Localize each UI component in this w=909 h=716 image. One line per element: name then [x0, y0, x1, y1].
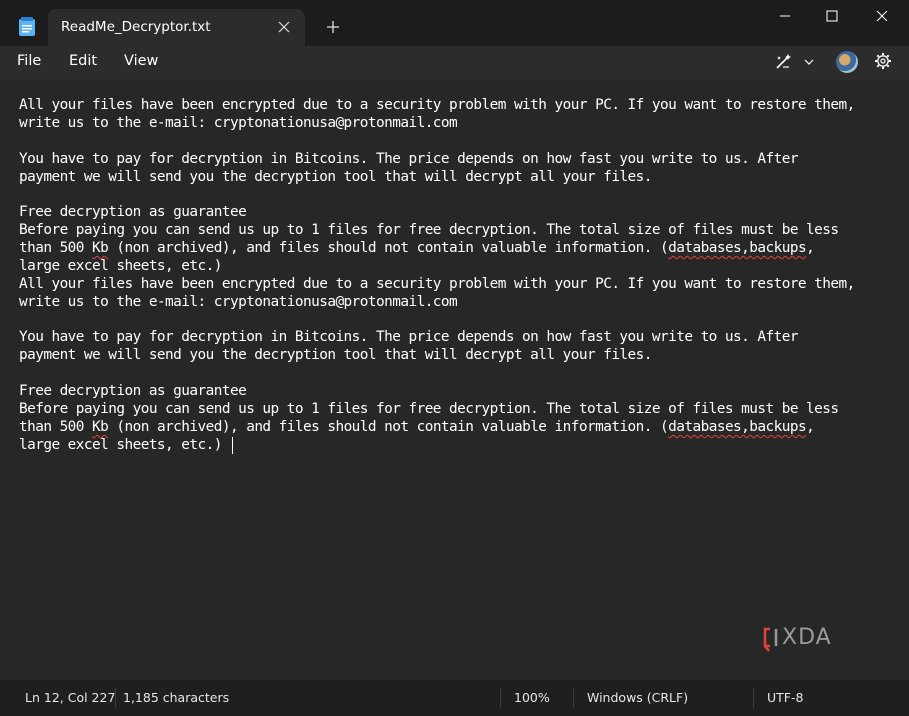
menu-bar: File Edit View	[0, 46, 909, 80]
status-divider	[500, 688, 501, 708]
editor-line: Free decryption as guarantee	[19, 383, 247, 399]
editor-line: You have to pay for decryption in Bitcoi…	[19, 329, 798, 345]
menu-view[interactable]: View	[124, 53, 158, 69]
chevron-down-icon[interactable]	[804, 58, 814, 66]
title-bar: ReadMe_Decryptor.txt	[0, 0, 909, 47]
editor-line: than 500 Kb (non archived), and files sh…	[19, 240, 815, 256]
character-count: 1,185 characters	[123, 690, 230, 705]
cursor-position: Ln 12, Col 227	[25, 690, 116, 705]
xda-text: XDA	[782, 625, 832, 650]
editor-line: large excel sheets, etc.)	[19, 258, 222, 274]
status-bar: Ln 12, Col 227 1,185 characters 100% Win…	[0, 680, 909, 716]
spellcheck-word[interactable]: databases,backups	[668, 419, 806, 435]
line-ending[interactable]: Windows (CRLF)	[587, 690, 688, 705]
editor-line: write us to the e-mail: cryptonationusa@…	[19, 294, 458, 310]
editor-line: Before paying you can send us up to 1 fi…	[19, 222, 839, 238]
notepad-icon	[19, 17, 35, 36]
gear-icon[interactable]	[874, 52, 892, 70]
editor-line: All your files have been encrypted due t…	[19, 97, 855, 113]
status-divider	[753, 688, 754, 708]
editor-line: write us to the e-mail: cryptonationusa@…	[19, 115, 458, 131]
editor-line: All your files have been encrypted due t…	[19, 276, 855, 292]
close-icon[interactable]	[278, 21, 290, 33]
text-editor[interactable]: All your files have been encrypted due t…	[0, 80, 909, 680]
avatar[interactable]	[836, 51, 858, 73]
editor-line: Free decryption as guarantee	[19, 204, 247, 220]
plus-icon[interactable]	[326, 20, 340, 34]
editor-line: You have to pay for decryption in Bitcoi…	[19, 151, 798, 167]
xda-watermark: XDA	[762, 624, 852, 654]
editor-line: than 500 Kb (non archived), and files sh…	[19, 419, 815, 435]
spellcheck-word[interactable]: databases,backups	[668, 240, 806, 256]
close-icon[interactable]	[859, 0, 905, 34]
spellcheck-word[interactable]: Kb	[92, 240, 109, 256]
editor-line: Before paying you can send us up to 1 fi…	[19, 401, 839, 417]
menu-file[interactable]: File	[17, 53, 41, 69]
text-caret	[232, 437, 233, 454]
minimize-icon[interactable]	[762, 0, 808, 34]
menu-edit[interactable]: Edit	[69, 53, 97, 69]
document-tab[interactable]: ReadMe_Decryptor.txt	[48, 9, 305, 47]
editor-line: payment we will send you the decryption …	[19, 347, 652, 363]
tab-title: ReadMe_Decryptor.txt	[61, 19, 211, 35]
maximize-icon[interactable]	[809, 0, 855, 34]
zoom-level[interactable]: 100%	[514, 690, 550, 705]
editor-line: payment we will send you the decryption …	[19, 169, 652, 185]
status-divider	[115, 688, 116, 708]
status-divider	[573, 688, 574, 708]
copilot-icon[interactable]	[774, 53, 794, 71]
spellcheck-word[interactable]: Kb	[92, 419, 109, 435]
encoding[interactable]: UTF-8	[767, 690, 803, 705]
editor-line: large excel sheets, etc.)	[19, 437, 222, 453]
